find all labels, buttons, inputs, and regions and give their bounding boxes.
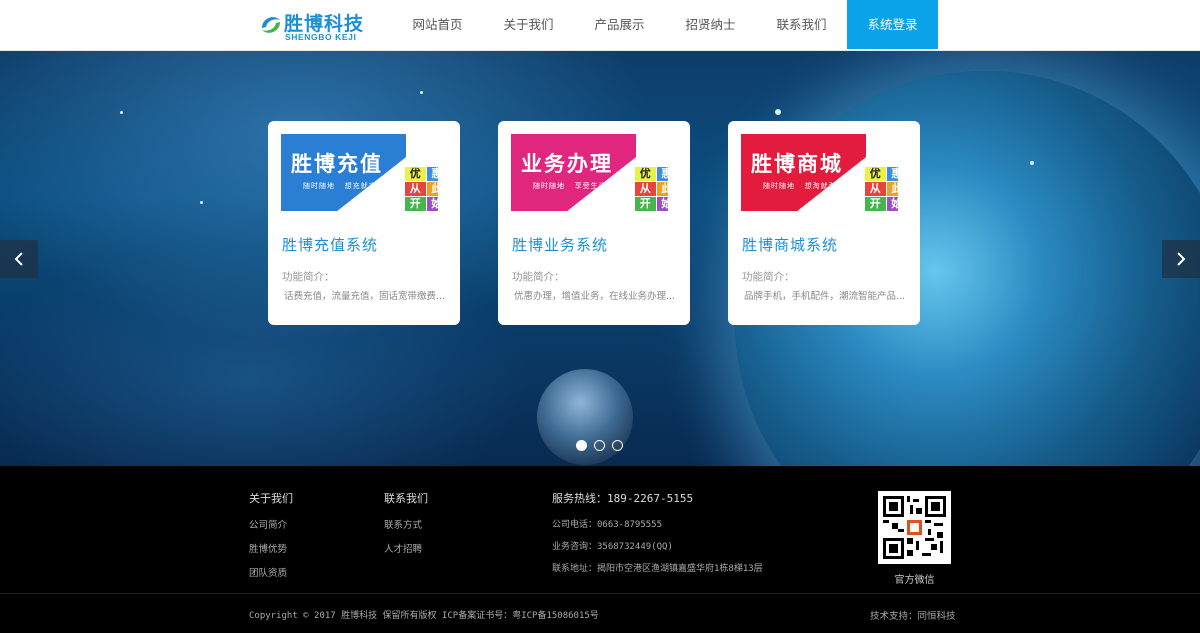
chevron-right-icon: [1177, 252, 1186, 266]
promo-char: 开: [405, 197, 426, 211]
qr-code-icon: [883, 496, 946, 559]
star-decoration: [200, 201, 203, 204]
product-card-recharge[interactable]: 胜博充值 随时随地 想充就充 优 惠 从 此 开 始 胜博充值系统 功能简介： …: [268, 121, 460, 325]
card-image-tagline: 随时随地 想淘就淘: [763, 182, 837, 190]
footer-phone: 公司电话：0663-8795555: [552, 520, 663, 530]
promo-char: 此: [656, 182, 668, 196]
footer-link-company-intro[interactable]: 公司简介: [249, 517, 293, 531]
footer-qq: 业务咨询：3568732449(QQ): [552, 542, 673, 552]
slider-dot-2[interactable]: [594, 440, 605, 451]
card-image-tagline: 随时随地 想充就充: [303, 182, 377, 190]
promo-char: 优: [405, 167, 426, 181]
site-footer: 关于我们 公司简介 胜博优势 团队资质 联系我们 联系方式 人才招聘 服务热线：…: [0, 466, 1200, 633]
slider-next-button[interactable]: [1162, 240, 1200, 278]
nav-products[interactable]: 产品展示: [574, 0, 665, 49]
promo-char: 开: [865, 197, 886, 211]
star-decoration: [775, 109, 781, 115]
site-logo[interactable]: 胜博科技 SHENGBO KEJI: [258, 9, 368, 43]
footer-about-column: 关于我们 公司简介 胜博优势 团队资质: [249, 490, 293, 589]
footer-contact-title: 联系我们: [384, 492, 428, 505]
product-card-mall[interactable]: 胜博商城 随时随地 想淘就淘 优 惠 从 此 开 始 胜博商城系统 功能简介： …: [728, 121, 920, 325]
promo-char: 惠: [656, 167, 668, 181]
card-subtitle: 功能简介：: [282, 271, 335, 283]
card-title: 胜博业务系统: [512, 236, 609, 254]
promo-char: 惠: [426, 167, 438, 181]
card-image-tagline: 随时随地 享受生活: [533, 182, 607, 190]
card-description: 品牌手机，手机配件，潮流智能产品...: [744, 291, 906, 302]
promo-char: 惠: [886, 167, 898, 181]
copyright-text: Copyright © 2017 胜博科技 保留所有版权 ICP备案证书号：粤I…: [249, 611, 599, 621]
promo-char: 从: [405, 182, 426, 196]
card-title: 胜博充值系统: [282, 236, 379, 254]
star-decoration: [420, 91, 423, 94]
promo-grid: 优 惠 从 此 开 始: [405, 167, 438, 211]
wechat-qr-code: [878, 491, 951, 564]
footer-link-contact-info[interactable]: 联系方式: [384, 517, 428, 531]
slider-dot-3[interactable]: [612, 440, 623, 451]
footer-address: 联系地址：揭阳市空港区渔湖镇嘉盛华府1栋8梯13层: [552, 564, 763, 574]
main-nav: 网站首页 关于我们 产品展示 招贤纳士 联系我们 系统登录: [392, 0, 938, 49]
qr-code-label: 官方微信: [894, 575, 935, 586]
footer-link-recruitment[interactable]: 人才招聘: [384, 541, 428, 555]
footer-hotline: 服务热线：189-2267-5155: [552, 492, 694, 505]
site-header: 胜博科技 SHENGBO KEJI 网站首页 关于我们 产品展示 招贤纳士 联系…: [0, 0, 1200, 51]
card-image-title: 业务办理: [521, 152, 613, 176]
card-subtitle: 功能简介：: [512, 271, 565, 283]
logo-english-text: SHENGBO KEJI: [285, 32, 357, 42]
promo-char: 从: [635, 182, 656, 196]
nav-careers[interactable]: 招贤纳士: [665, 0, 756, 49]
card-description: 话费充值，流量充值，固话宽带缴费...: [284, 291, 446, 302]
promo-char: 优: [635, 167, 656, 181]
promo-char: 从: [865, 182, 886, 196]
promo-grid: 优 惠 从 此 开 始: [635, 167, 668, 211]
card-description: 优惠办理，增值业务，在线业务办理...: [514, 291, 676, 302]
nav-contact[interactable]: 联系我们: [756, 0, 847, 49]
promo-grid: 优 惠 从 此 开 始: [865, 167, 898, 211]
slider-dot-1[interactable]: [576, 440, 587, 451]
star-decoration: [120, 111, 123, 114]
footer-service-column: 服务热线：189-2267-5155 公司电话：0663-8795555 业务咨…: [552, 490, 763, 583]
logo-icon: [262, 17, 280, 33]
footer-link-team[interactable]: 团队资质: [249, 565, 293, 579]
card-subtitle: 功能简介：: [742, 271, 795, 283]
footer-contact-column: 联系我们 联系方式 人才招聘: [384, 490, 428, 565]
tech-support-text: 技术支持：同恒科技: [870, 611, 956, 622]
footer-about-title: 关于我们: [249, 492, 293, 505]
promo-char: 优: [865, 167, 886, 181]
promo-char: 始: [886, 197, 898, 211]
promo-char: 始: [656, 197, 668, 211]
footer-link-advantages[interactable]: 胜博优势: [249, 541, 293, 555]
promo-char: 始: [426, 197, 438, 211]
nav-home[interactable]: 网站首页: [392, 0, 483, 49]
star-decoration: [1030, 161, 1034, 165]
promo-char: 开: [635, 197, 656, 211]
card-title: 胜博商城系统: [742, 236, 839, 254]
hero-banner: 胜博充值 随时随地 想充就充 优 惠 从 此 开 始 胜博充值系统 功能简介： …: [0, 51, 1200, 466]
card-image: 胜博充值 随时随地 想充就充 优 惠 从 此 开 始: [281, 134, 438, 211]
chevron-left-icon: [14, 252, 23, 266]
product-card-business[interactable]: 业务办理 随时随地 享受生活 优 惠 从 此 开 始 胜博业务系统 功能简介： …: [498, 121, 690, 325]
slider-dots: [576, 440, 623, 451]
promo-char: 此: [886, 182, 898, 196]
nav-login[interactable]: 系统登录: [847, 0, 938, 49]
slider-prev-button[interactable]: [0, 240, 38, 278]
card-image: 业务办理 随时随地 享受生活 优 惠 从 此 开 始: [511, 134, 668, 211]
nav-about[interactable]: 关于我们: [483, 0, 574, 49]
promo-char: 此: [426, 182, 438, 196]
footer-divider: [0, 593, 1200, 594]
card-image-title: 胜博充值: [291, 152, 383, 176]
card-image-title: 胜博商城: [751, 152, 843, 176]
card-image: 胜博商城 随时随地 想淘就淘 优 惠 从 此 开 始: [741, 134, 898, 211]
